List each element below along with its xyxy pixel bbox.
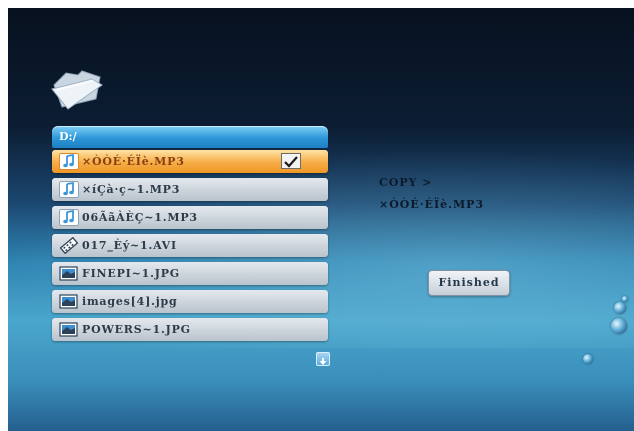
file-list: ×ÒÒÉ·ÉÏè.MP3 ×íÇà·ç~1.MP3 06ÃãÀÈÇ~1.MP3 … xyxy=(52,150,328,346)
water-bubble xyxy=(611,318,627,334)
music-note-icon xyxy=(59,181,79,198)
checkmark-icon xyxy=(284,156,298,168)
copy-status-title: COPY > xyxy=(379,176,433,189)
picture-icon xyxy=(59,294,78,309)
copy-filename: ×ÒÒÉ·ÉÏè.MP3 xyxy=(379,198,485,211)
file-name: 06ÃãÀÈÇ~1.MP3 xyxy=(82,211,198,224)
file-row[interactable]: POWERS~1.JPG xyxy=(52,318,328,341)
music-note-icon xyxy=(59,153,79,170)
file-name: 017_Èý~1.AVI xyxy=(82,239,177,252)
arrow-down-icon xyxy=(319,358,327,365)
file-row[interactable]: 017_Èý~1.AVI xyxy=(52,234,328,257)
finished-button[interactable]: Finished xyxy=(428,270,510,296)
water-bubble xyxy=(622,296,628,302)
file-row[interactable]: images[4].jpg xyxy=(52,290,328,313)
media-player-screen: D:/ ×ÒÒÉ·ÉÏè.MP3 ×íÇà·ç~1.MP3 06ÃãÀÈÇ~1.… xyxy=(8,8,634,431)
music-note-icon xyxy=(59,209,79,226)
current-path-bar: D:/ xyxy=(52,126,328,148)
file-name: images[4].jpg xyxy=(82,295,178,308)
file-row[interactable]: ×íÇà·ç~1.MP3 xyxy=(52,178,328,201)
file-name: ×ÒÒÉ·ÉÏè.MP3 xyxy=(82,155,185,168)
file-name: FINEPI~1.JPG xyxy=(82,267,180,280)
picture-icon xyxy=(59,322,78,337)
water-bubble xyxy=(614,302,626,314)
file-name: POWERS~1.JPG xyxy=(82,323,191,336)
folder-icon xyxy=(51,70,103,110)
water-bubble xyxy=(583,354,593,364)
file-name: ×íÇà·ç~1.MP3 xyxy=(82,183,181,196)
scroll-down-button[interactable] xyxy=(316,352,330,366)
film-icon xyxy=(59,237,79,254)
file-row[interactable]: FINEPI~1.JPG xyxy=(52,262,328,285)
file-row[interactable]: 06ÃãÀÈÇ~1.MP3 xyxy=(52,206,328,229)
selected-checkbox[interactable] xyxy=(281,153,301,169)
file-row[interactable]: ×ÒÒÉ·ÉÏè.MP3 xyxy=(52,150,328,173)
picture-icon xyxy=(59,266,78,281)
